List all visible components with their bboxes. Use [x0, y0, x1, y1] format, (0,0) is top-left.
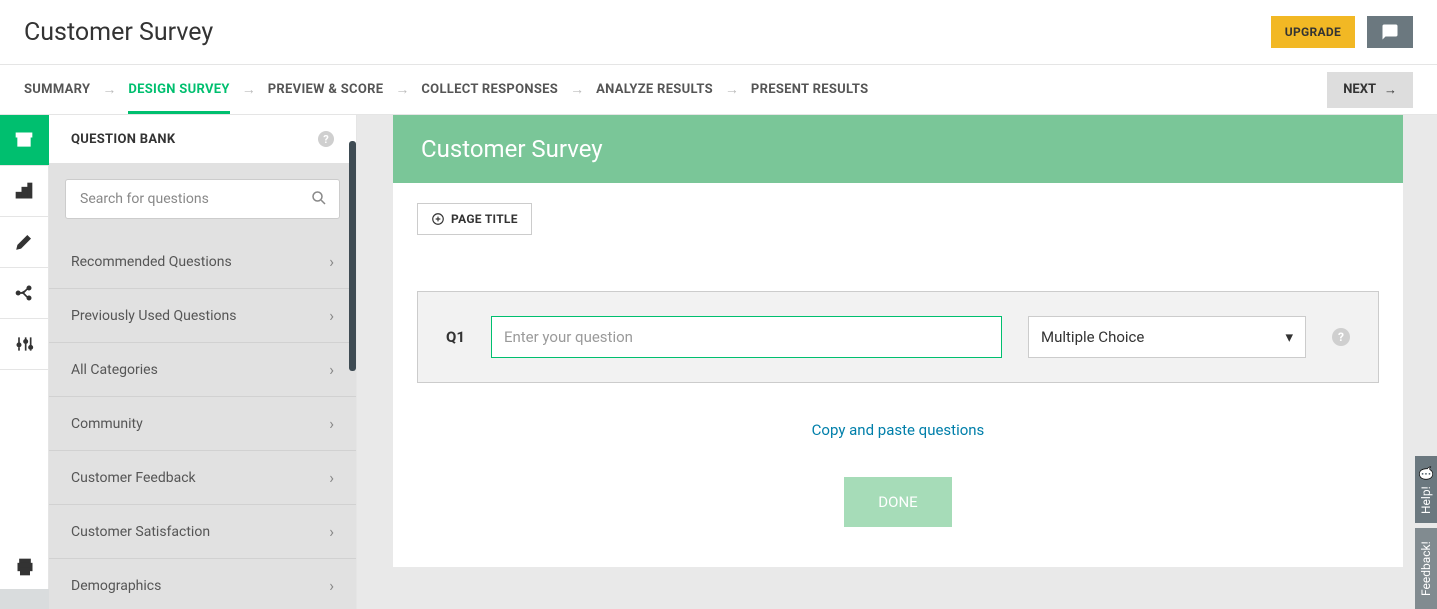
chevron-right-icon: → [725, 81, 739, 98]
cat-community[interactable]: Community › [49, 397, 356, 451]
chevron-right-icon: › [329, 468, 334, 487]
cat-label: Recommended Questions [71, 254, 232, 270]
nav-summary[interactable]: SUMMARY [24, 82, 90, 97]
nav-design-survey[interactable]: DESIGN SURVEY [128, 66, 229, 114]
sidebar-scrollbar[interactable] [349, 141, 356, 371]
sliders-icon [14, 334, 34, 354]
chevron-right-icon: › [329, 252, 334, 271]
tool-rail [0, 115, 49, 609]
header-actions: UPGRADE [1271, 16, 1413, 48]
feedback-tab[interactable]: Feedback! [1415, 528, 1437, 609]
arrow-right-icon: → [1384, 82, 1397, 98]
rail-print[interactable] [0, 545, 49, 589]
upgrade-button[interactable]: UPGRADE [1271, 16, 1355, 48]
chevron-right-icon: → [395, 81, 409, 98]
survey-page: PAGE TITLE Q1 Multiple Choice ▾ ? Copy a… [393, 183, 1403, 567]
rail-collapse-tab[interactable] [0, 589, 49, 609]
chevron-right-icon: › [329, 576, 334, 595]
nav-present-results[interactable]: PRESENT RESULTS [751, 82, 869, 97]
question-type-select[interactable]: Multiple Choice ▾ [1028, 316, 1306, 358]
cat-label: Demographics [71, 578, 161, 594]
branch-icon [14, 283, 34, 303]
cat-label: Previously Used Questions [71, 308, 236, 324]
chevron-right-icon: › [329, 360, 334, 379]
search-icon [310, 189, 328, 211]
copy-paste-link[interactable]: Copy and paste questions [417, 421, 1379, 439]
rail-builder[interactable] [0, 166, 49, 216]
sidebar-search-area [49, 163, 356, 235]
workflow-steps: SUMMARY → DESIGN SURVEY → PREVIEW & SCOR… [24, 66, 868, 113]
chevron-right-icon: → [570, 81, 584, 98]
cat-label: All Categories [71, 362, 158, 378]
app-header: Customer Survey UPGRADE [0, 0, 1437, 65]
feedback-tab-label: Feedback! [1419, 541, 1433, 596]
chat-icon [1380, 23, 1400, 41]
print-icon [15, 557, 35, 577]
question-bank-sidebar: QUESTION BANK ? Recommended Questions › P… [49, 115, 357, 609]
design-canvas: Customer Survey PAGE TITLE Q1 Multiple C… [393, 115, 1403, 567]
sidebar-header: QUESTION BANK ? [49, 115, 356, 163]
chevron-right-icon: › [329, 522, 334, 541]
chat-icon: 💬 [1419, 465, 1433, 480]
nav-collect-responses[interactable]: COLLECT RESPONSES [421, 82, 558, 97]
design-canvas-wrap: Customer Survey PAGE TITLE Q1 Multiple C… [357, 115, 1437, 609]
help-tab-label: Help! [1419, 486, 1433, 514]
survey-banner: Customer Survey [393, 115, 1403, 183]
help-icon[interactable]: ? [318, 131, 334, 147]
chevron-right-icon: → [242, 81, 256, 98]
rail-appearance[interactable] [0, 217, 49, 267]
search-input[interactable] [65, 179, 340, 219]
category-list: Recommended Questions › Previously Used Q… [49, 235, 356, 609]
next-label: NEXT [1343, 82, 1376, 97]
cat-label: Customer Feedback [71, 470, 196, 486]
question-help-icon[interactable]: ? [1332, 328, 1350, 346]
nav-analyze-results[interactable]: ANALYZE RESULTS [596, 82, 713, 97]
next-button[interactable]: NEXT → [1327, 72, 1413, 108]
rail-options[interactable] [0, 319, 49, 369]
sidebar-title: QUESTION BANK [71, 132, 175, 147]
pencil-icon [14, 232, 34, 252]
chevron-right-icon: › [329, 306, 334, 325]
cat-all[interactable]: All Categories › [49, 343, 356, 397]
archive-icon [14, 130, 34, 150]
workflow-nav: SUMMARY → DESIGN SURVEY → PREVIEW & SCOR… [0, 65, 1437, 115]
question-text-input[interactable] [491, 316, 1002, 358]
cat-demographics[interactable]: Demographics › [49, 559, 356, 609]
page-title-button[interactable]: PAGE TITLE [417, 203, 532, 235]
done-button[interactable]: DONE [844, 477, 951, 527]
cat-label: Customer Satisfaction [71, 524, 210, 540]
chevron-right-icon: → [102, 81, 116, 98]
cat-label: Community [71, 416, 143, 432]
cat-customer-satisfaction[interactable]: Customer Satisfaction › [49, 505, 356, 559]
page-title-label: PAGE TITLE [451, 212, 518, 226]
chat-button[interactable] [1367, 16, 1413, 48]
nav-preview-score[interactable]: PREVIEW & SCORE [268, 82, 384, 97]
question-type-value: Multiple Choice [1041, 328, 1144, 346]
help-tab[interactable]: Help! 💬 [1415, 456, 1437, 523]
cat-recommended[interactable]: Recommended Questions › [49, 235, 356, 289]
plus-circle-icon [431, 212, 445, 226]
question-card: Q1 Multiple Choice ▾ ? [417, 291, 1379, 383]
chevron-right-icon: › [329, 414, 334, 433]
caret-down-icon: ▾ [1285, 328, 1293, 346]
rail-question-bank[interactable] [0, 115, 49, 165]
cat-customer-feedback[interactable]: Customer Feedback › [49, 451, 356, 505]
rail-logic[interactable] [0, 268, 49, 318]
survey-title: Customer Survey [24, 18, 213, 47]
cat-previously-used[interactable]: Previously Used Questions › [49, 289, 356, 343]
question-number: Q1 [446, 328, 465, 346]
blocks-icon [14, 181, 34, 201]
